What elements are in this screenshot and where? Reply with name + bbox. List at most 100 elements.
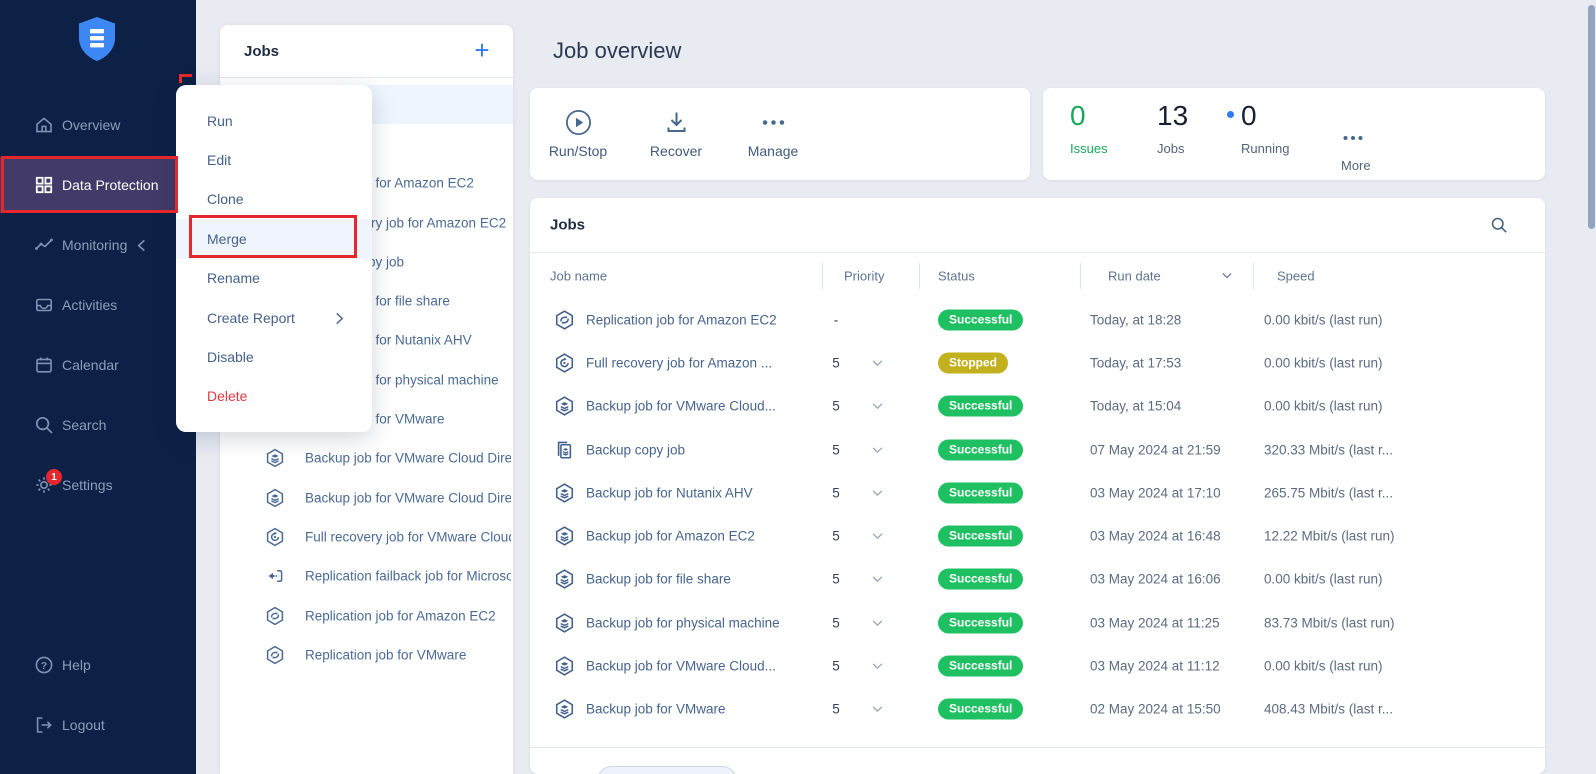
list-item[interactable]: Replication job for Amazon EC2 — [220, 596, 513, 635]
running-label: Running — [1241, 141, 1289, 156]
table-row[interactable]: Backup job for Nutanix AHV 5 Successful … — [530, 471, 1545, 514]
jobs-count: 13 — [1157, 100, 1188, 132]
chevron-left-icon[interactable] — [137, 239, 147, 251]
hex-backup-icon — [554, 569, 575, 590]
sidebar-item-overview[interactable]: Overview — [0, 105, 196, 145]
priority-dropdown-icon[interactable] — [872, 489, 883, 496]
sort-descending-icon[interactable] — [1222, 272, 1232, 279]
search-icon[interactable] — [1490, 216, 1508, 234]
menu-item-edit[interactable]: Edit — [176, 140, 372, 179]
status-badge: Successful — [938, 699, 1023, 720]
recover-button[interactable]: Recover — [628, 88, 724, 180]
table-row[interactable]: Replication job for Amazon EC2 - Success… — [530, 298, 1545, 341]
status-badge: Successful — [938, 482, 1023, 503]
sidebar-item-label: Logout — [62, 717, 105, 733]
priority-dropdown-icon[interactable] — [872, 403, 883, 410]
priority-dropdown-icon[interactable] — [872, 359, 883, 366]
play-circle-icon — [565, 109, 592, 136]
app-window: Overview Data Protection Monitoring Acti… — [0, 0, 1596, 774]
hex-replication-icon — [554, 309, 575, 330]
col-priority[interactable]: Priority — [844, 268, 884, 283]
sidebar-item-monitoring[interactable]: Monitoring — [0, 225, 196, 265]
col-speed[interactable]: Speed — [1277, 268, 1315, 283]
menu-item-run[interactable]: Run — [176, 101, 372, 140]
status-badge: Successful — [938, 396, 1023, 417]
pagination-button[interactable] — [597, 766, 737, 774]
col-status[interactable]: Status — [938, 268, 975, 283]
sidebar-item-label: Search — [62, 417, 106, 433]
table-row[interactable]: Backup job for VMware Cloud... 5 Success… — [530, 385, 1545, 428]
col-run-date[interactable]: Run date — [1108, 268, 1161, 283]
jobs-panel-title: Jobs — [244, 43, 279, 60]
ellipsis-icon — [1341, 126, 1371, 150]
hex-replication-icon — [265, 606, 285, 626]
table-row[interactable]: Backup job for VMware Cloud... 5 Success… — [530, 644, 1545, 687]
menu-item-disable[interactable]: Disable — [176, 337, 372, 376]
menu-item-clone[interactable]: Clone — [176, 180, 372, 219]
list-item[interactable]: Backup job for VMware Cloud Direc — [220, 439, 513, 478]
sidebar-item-calendar[interactable]: Calendar — [0, 345, 196, 385]
menu-item-merge[interactable]: Merge — [176, 219, 372, 258]
sidebar-item-search[interactable]: Search — [0, 405, 196, 445]
issues-label: Issues — [1070, 141, 1108, 156]
sidebar-item-activities[interactable]: Activities — [0, 285, 196, 325]
menu-item-rename[interactable]: Rename — [176, 259, 372, 298]
stat-jobs: 13 Jobs — [1157, 100, 1188, 156]
status-badge: Successful — [938, 569, 1023, 590]
search-icon — [34, 415, 54, 435]
ellipsis-icon — [760, 109, 787, 136]
add-job-button[interactable]: + — [469, 38, 495, 64]
jobs-panel-header: Jobs + — [220, 25, 513, 78]
list-item[interactable]: Replication job for VMware — [220, 635, 513, 674]
table-row[interactable]: Backup job for Amazon EC2 5 Successful 0… — [530, 514, 1545, 557]
stat-running: 0 Running — [1227, 100, 1289, 156]
sidebar-item-settings[interactable]: 1 Settings — [0, 465, 196, 505]
download-icon — [663, 109, 690, 136]
grid-icon — [34, 175, 54, 195]
hex-recovery-icon — [554, 352, 575, 373]
menu-item-create-report[interactable]: Create Report — [176, 298, 372, 337]
priority-dropdown-icon[interactable] — [872, 663, 883, 670]
table-body: Replication job for Amazon EC2 - Success… — [530, 298, 1545, 731]
priority-dropdown-icon[interactable] — [872, 706, 883, 713]
calendar-icon — [34, 355, 54, 375]
sidebar-item-logout[interactable]: Logout — [0, 705, 196, 745]
sidebar-item-data-protection[interactable]: Data Protection — [0, 157, 178, 213]
col-job-name[interactable]: Job name — [550, 268, 607, 283]
list-item[interactable]: Backup job for VMware Cloud Direc — [220, 478, 513, 517]
table-row[interactable]: Backup copy job 5 Successful 07 May 2024… — [530, 428, 1545, 471]
jobs-table-card: Jobs Job name Priority Status Run date S… — [530, 198, 1545, 774]
hex-backup-icon — [554, 612, 575, 633]
priority-dropdown-icon[interactable] — [872, 576, 883, 583]
table-row[interactable]: Backup job for physical machine 5 Succes… — [530, 601, 1545, 644]
run-stop-button[interactable]: Run/Stop — [530, 88, 626, 180]
manage-button[interactable]: Manage — [725, 88, 821, 180]
settings-notification-badge: 1 — [46, 469, 62, 485]
chevron-right-icon — [335, 312, 344, 324]
stats-more-button[interactable]: More — [1341, 108, 1371, 173]
inbox-icon — [34, 295, 54, 315]
status-badge: Successful — [938, 309, 1023, 330]
priority-dropdown-icon[interactable] — [872, 446, 883, 453]
table-row[interactable]: Full recovery job for Amazon ... 5 Stopp… — [530, 341, 1545, 384]
job-context-menu: Run Edit Clone Merge Rename Create Repor… — [176, 85, 372, 432]
svg-text:?: ? — [41, 660, 47, 672]
jobs-table-title: Jobs — [550, 217, 585, 234]
sidebar-item-label: Settings — [62, 477, 113, 493]
running-count: 0 — [1241, 100, 1257, 131]
job-stats-card: 0 Issues 13 Jobs 0 Running More — [1043, 88, 1545, 180]
menu-item-delete[interactable]: Delete — [176, 377, 372, 416]
sidebar-item-help[interactable]: ? Help — [0, 645, 196, 685]
sidebar-item-label: Monitoring — [62, 237, 127, 253]
priority-dropdown-icon[interactable] — [872, 619, 883, 626]
table-row[interactable]: Backup job for VMware 5 Successful 02 Ma… — [530, 688, 1545, 731]
jobs-label: Jobs — [1157, 141, 1188, 156]
list-item[interactable]: Replication failback job for Microsof — [220, 557, 513, 596]
status-badge: Successful — [938, 439, 1023, 460]
priority-dropdown-icon[interactable] — [872, 533, 883, 540]
list-item[interactable]: Full recovery job for VMware Cloud — [220, 517, 513, 556]
page-scrollbar-thumb[interactable] — [1588, 5, 1595, 229]
running-dot-icon — [1227, 111, 1234, 118]
table-row[interactable]: Backup job for file share 5 Successful 0… — [530, 558, 1545, 601]
logout-icon — [34, 715, 54, 735]
